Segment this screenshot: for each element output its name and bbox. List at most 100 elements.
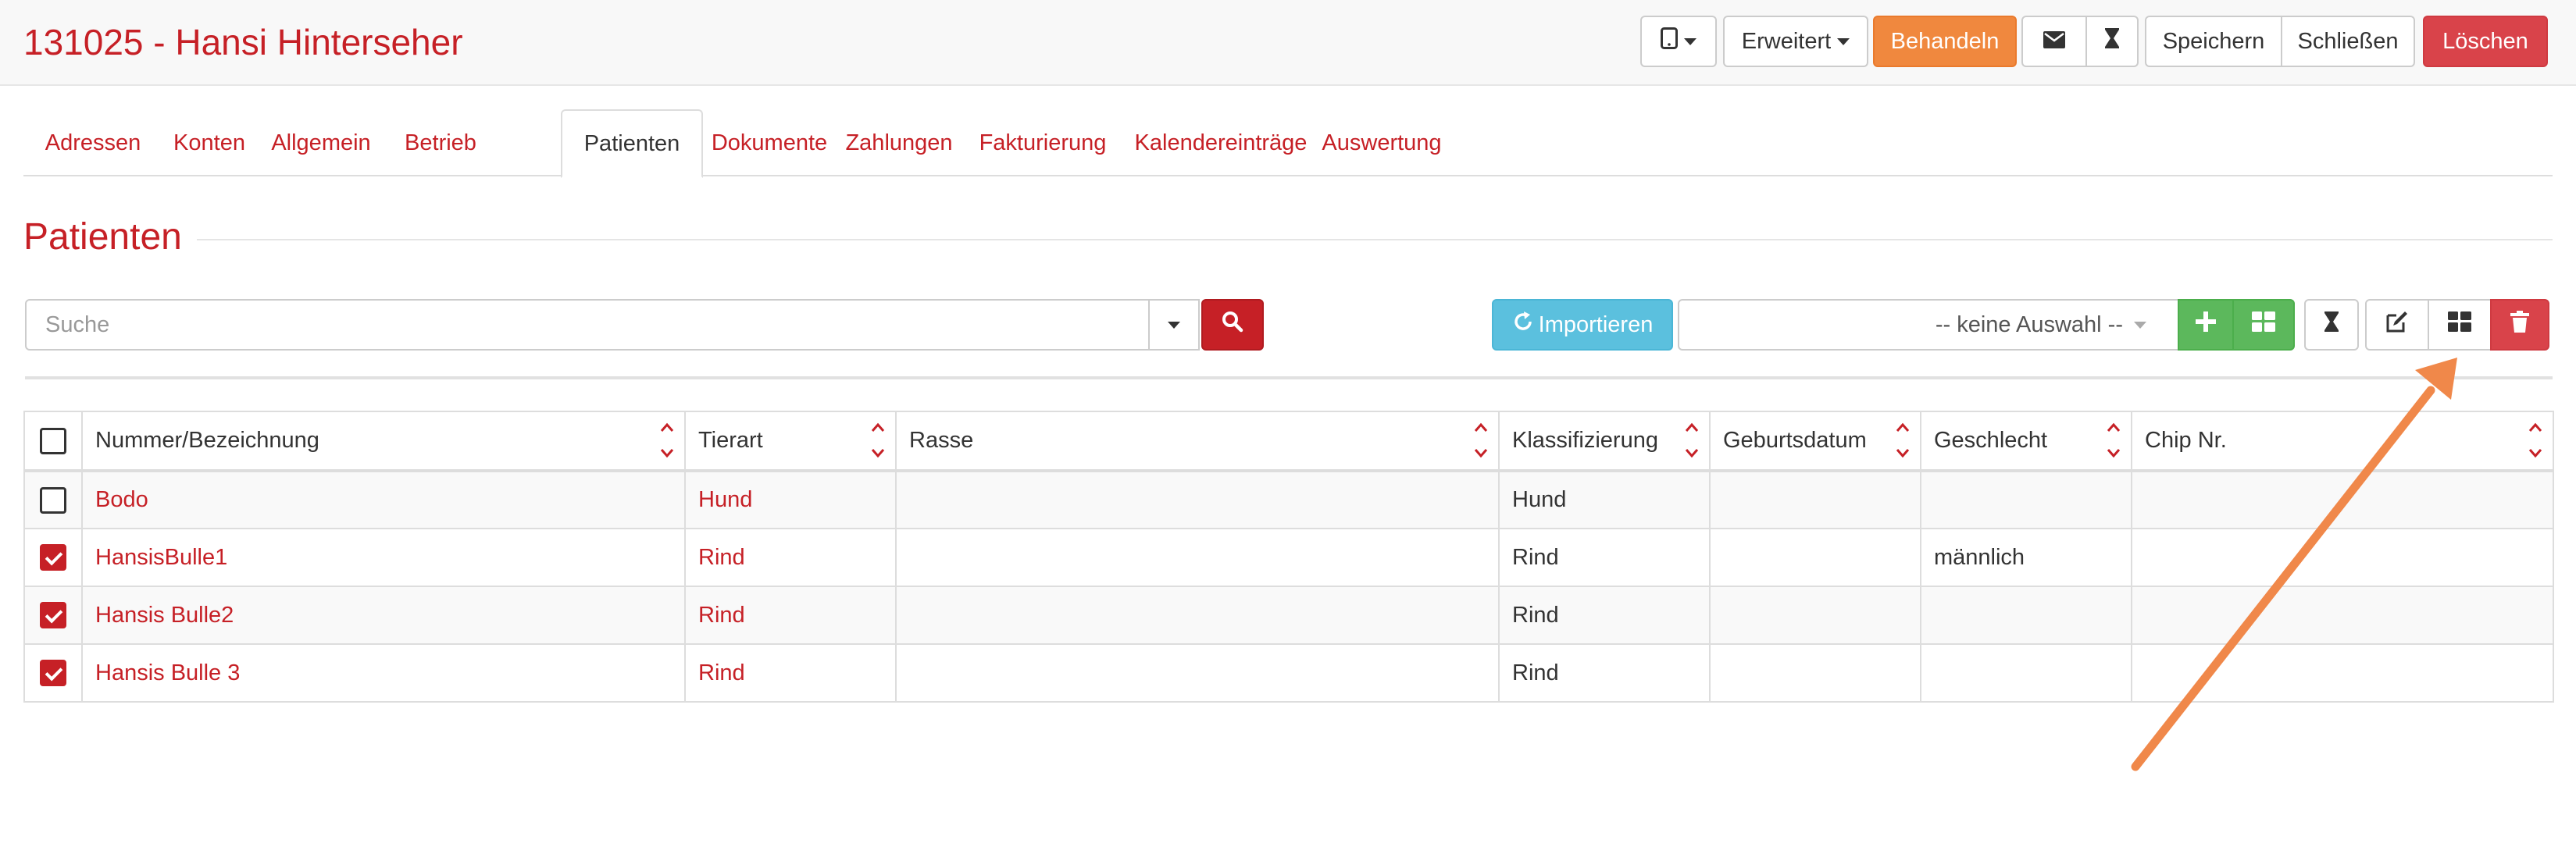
patient-chip — [2131, 470, 2554, 529]
patient-name[interactable]: Hansis Bulle 3 — [81, 643, 686, 703]
email-button[interactable] — [2021, 16, 2087, 67]
select-all-checkbox[interactable] — [40, 427, 66, 454]
search-input[interactable] — [25, 299, 1150, 351]
column-label: Klassifizierung — [1512, 428, 1658, 453]
section-divider — [197, 239, 2553, 240]
column-label: Rasse — [909, 428, 974, 453]
save-button[interactable]: Speichern — [2145, 16, 2282, 67]
edit-icon — [2385, 310, 2409, 340]
sort-icon[interactable] — [1473, 420, 1489, 461]
grid-icon — [2448, 311, 2471, 338]
tab-patienten[interactable]: Patienten — [561, 109, 703, 178]
time-button[interactable] — [2085, 16, 2139, 67]
row-select-cell — [23, 470, 83, 529]
tab-fakturierung[interactable]: Fakturierung — [962, 109, 1123, 176]
column-header[interactable]: Rasse — [895, 411, 1500, 472]
patient-species[interactable]: Hund — [684, 470, 897, 529]
sort-icon[interactable] — [2106, 420, 2121, 461]
tab-dokumente[interactable]: Dokumente — [703, 109, 836, 176]
patient-classification: Hund — [1498, 470, 1711, 529]
treat-button[interactable]: Behandeln — [1873, 16, 2017, 67]
patient-birthdate — [1709, 470, 1921, 529]
import-button[interactable]: Importieren — [1492, 299, 1673, 351]
row-select-cell — [23, 528, 83, 587]
patient-classification: Rind — [1498, 586, 1711, 645]
toolbar-divider — [25, 376, 2553, 379]
select-all-cell — [23, 411, 83, 472]
hourglass-icon — [2104, 27, 2120, 55]
row-checkbox[interactable] — [40, 660, 66, 687]
patient-breed — [895, 470, 1500, 529]
patient-species[interactable]: Rind — [684, 643, 897, 703]
plus-icon — [2196, 311, 2216, 338]
patient-sex — [1920, 643, 2132, 703]
table-row[interactable]: Hansis Bulle2 Rind Rind — [23, 586, 2554, 645]
edit-button[interactable] — [2365, 299, 2429, 351]
grid-icon — [2252, 311, 2275, 338]
patient-species[interactable]: Rind — [684, 528, 897, 587]
patient-birthdate — [1709, 586, 1921, 645]
patient-name[interactable]: HansisBulle1 — [81, 528, 686, 587]
column-header[interactable]: Chip Nr. — [2131, 411, 2554, 472]
grid-add-button[interactable] — [2232, 299, 2295, 351]
patient-species[interactable]: Rind — [684, 586, 897, 645]
column-label: Nummer/Bezeichnung — [95, 428, 319, 453]
sort-icon[interactable] — [659, 420, 675, 461]
chevron-down-icon — [2134, 321, 2146, 329]
row-checkbox[interactable] — [40, 544, 66, 571]
patient-sex: männlich — [1920, 528, 2132, 587]
sort-icon[interactable] — [1684, 420, 1700, 461]
search-button[interactable] — [1201, 299, 1264, 351]
patient-chip — [2131, 643, 2554, 703]
tab-bar: Adressen Konten Allgemein Betrieb Patien… — [23, 109, 2553, 178]
row-checkbox[interactable] — [40, 486, 66, 514]
tab-konten[interactable]: Konten — [162, 109, 256, 176]
chevron-down-icon — [1168, 321, 1180, 329]
tab-betrieb[interactable]: Betrieb — [386, 109, 495, 176]
column-header[interactable]: Geburtsdatum — [1709, 411, 1921, 472]
row-checkbox[interactable] — [40, 602, 66, 629]
close-button[interactable]: Schließen — [2281, 16, 2415, 67]
search-options-dropdown[interactable] — [1148, 299, 1200, 351]
tab-zahlungen[interactable]: Zahlungen — [836, 109, 962, 176]
column-label: Chip Nr. — [2145, 428, 2227, 453]
tab-auswertung[interactable]: Auswertung — [1318, 109, 1445, 176]
chevron-down-icon — [1837, 37, 1850, 45]
grid-view-button[interactable] — [2428, 299, 2492, 351]
patient-birthdate — [1709, 528, 1921, 587]
column-header[interactable]: Tierart — [684, 411, 897, 472]
column-header[interactable]: Nummer/Bezeichnung — [81, 411, 686, 472]
patient-name[interactable]: Hansis Bulle2 — [81, 586, 686, 645]
patient-chip — [2131, 586, 2554, 645]
tab-allgemein[interactable]: Allgemein — [256, 109, 386, 176]
patient-classification: Rind — [1498, 643, 1711, 703]
row-select-cell — [23, 643, 83, 703]
tab-adressen[interactable]: Adressen — [23, 109, 162, 176]
table-row[interactable]: Bodo Hund Hund — [23, 470, 2554, 529]
patient-sex — [1920, 586, 2132, 645]
sort-icon[interactable] — [2528, 420, 2543, 461]
extended-label: Erweitert — [1741, 28, 1832, 54]
column-label: Geschlecht — [1934, 428, 2048, 453]
extended-menu-button[interactable]: Erweitert — [1723, 16, 1868, 67]
patient-chip — [2131, 528, 2554, 587]
patient-name[interactable]: Bodo — [81, 470, 686, 529]
selection-dropdown[interactable]: -- keine Auswahl -- — [1678, 299, 2179, 351]
sort-icon[interactable] — [1895, 420, 1911, 461]
patient-classification: Rind — [1498, 528, 1711, 587]
column-header[interactable]: Geschlecht — [1920, 411, 2132, 472]
tablet-icon — [1661, 27, 1678, 55]
tab-kalendereintraege[interactable]: Kalendereinträge — [1123, 109, 1318, 176]
selection-value: -- keine Auswahl -- — [1935, 311, 2123, 337]
section-title: Patienten — [23, 216, 182, 258]
table-row[interactable]: HansisBulle1 Rind Rind männlich — [23, 528, 2554, 587]
add-button[interactable] — [2178, 299, 2234, 351]
time-filter-button[interactable] — [2304, 299, 2359, 351]
delete-button[interactable]: Löschen — [2423, 16, 2548, 67]
trash-icon — [2510, 311, 2529, 339]
sort-icon[interactable] — [870, 420, 886, 461]
delete-selected-button[interactable] — [2490, 299, 2549, 351]
column-header[interactable]: Klassifizierung — [1498, 411, 1711, 472]
table-row[interactable]: Hansis Bulle 3 Rind Rind — [23, 643, 2554, 703]
device-menu-button[interactable] — [1640, 16, 1717, 67]
